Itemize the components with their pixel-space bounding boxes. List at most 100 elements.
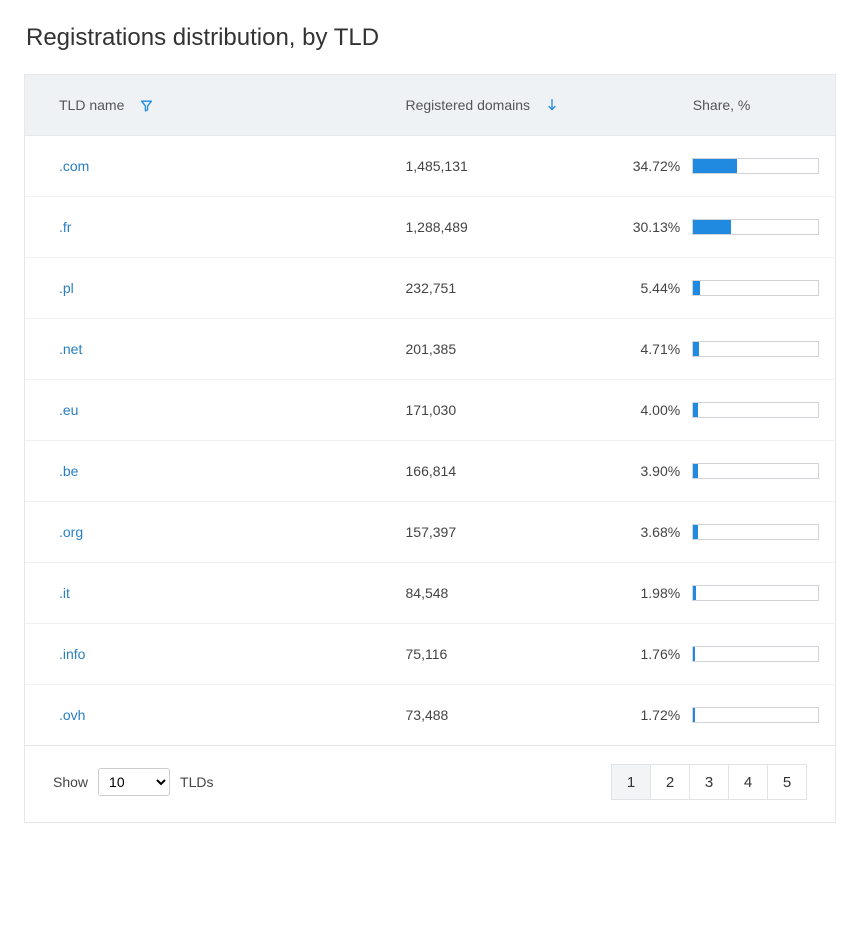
tld-table: TLD name Registered domains [25, 75, 835, 746]
share-bar [692, 707, 819, 723]
tld-link[interactable]: .net [59, 341, 82, 357]
cell-share: 30.13% [608, 197, 835, 258]
tld-link[interactable]: .info [59, 646, 85, 662]
cell-registered: 84,548 [390, 563, 609, 624]
cell-registered: 73,488 [390, 685, 609, 746]
cell-share: 4.71% [608, 319, 835, 380]
tld-link[interactable]: .ovh [59, 707, 85, 723]
table-body: .com 1,485,131 34.72% .fr 1,288,489 30.13% .pl… [25, 136, 835, 746]
share-bar [692, 280, 819, 296]
cell-tld: .fr [25, 197, 390, 258]
col-header-share[interactable]: Share, % [608, 75, 835, 136]
cell-tld: .ovh [25, 685, 390, 746]
col-header-registered[interactable]: Registered domains [390, 75, 609, 136]
share-bar-fill [693, 708, 695, 722]
cell-registered: 201,385 [390, 319, 609, 380]
share-bar-fill [693, 586, 695, 600]
cell-share: 1.72% [608, 685, 835, 746]
share-bar [692, 646, 819, 662]
page-size-group: Show 10 TLDs [53, 768, 213, 796]
tld-link[interactable]: .pl [59, 280, 74, 296]
share-bar-fill [693, 159, 736, 173]
table-row: .com 1,485,131 34.72% [25, 136, 835, 197]
share-percent: 34.72% [624, 158, 680, 174]
cell-tld: .net [25, 319, 390, 380]
cell-share: 3.68% [608, 502, 835, 563]
table-row: .ovh 73,488 1.72% [25, 685, 835, 746]
cell-tld: .eu [25, 380, 390, 441]
page-title: Registrations distribution, by TLD [26, 24, 836, 52]
cell-share: 4.00% [608, 380, 835, 441]
share-bar [692, 219, 819, 235]
tld-link[interactable]: .org [59, 524, 83, 540]
cell-share: 1.98% [608, 563, 835, 624]
sort-desc-icon[interactable] [546, 98, 558, 112]
table-row: .eu 171,030 4.00% [25, 380, 835, 441]
page-button[interactable]: 3 [689, 764, 729, 800]
cell-registered: 1,485,131 [390, 136, 609, 197]
share-bar-fill [693, 464, 698, 478]
page-button[interactable]: 5 [767, 764, 807, 800]
table-row: .it 84,548 1.98% [25, 563, 835, 624]
cell-registered: 166,814 [390, 441, 609, 502]
cell-share: 34.72% [608, 136, 835, 197]
share-percent: 30.13% [624, 219, 680, 235]
tld-link[interactable]: .it [59, 585, 70, 601]
page-size-select[interactable]: 10 [98, 768, 170, 796]
page-button[interactable]: 1 [611, 764, 651, 800]
tld-link[interactable]: .fr [59, 219, 71, 235]
tld-link[interactable]: .com [59, 158, 89, 174]
share-bar-fill [693, 525, 698, 539]
tld-link[interactable]: .be [59, 463, 78, 479]
share-bar [692, 585, 819, 601]
cell-tld: .org [25, 502, 390, 563]
share-bar [692, 463, 819, 479]
filter-icon[interactable] [140, 99, 153, 112]
col-header-registered-label: Registered domains [406, 97, 531, 113]
page-button[interactable]: 4 [728, 764, 768, 800]
cell-registered: 232,751 [390, 258, 609, 319]
share-bar-fill [693, 647, 695, 661]
share-percent: 3.68% [624, 524, 680, 540]
table-row: .org 157,397 3.68% [25, 502, 835, 563]
share-bar [692, 158, 819, 174]
share-bar-fill [693, 220, 731, 234]
share-bar [692, 341, 819, 357]
table-row: .net 201,385 4.71% [25, 319, 835, 380]
cell-registered: 171,030 [390, 380, 609, 441]
share-percent: 1.72% [624, 707, 680, 723]
share-bar-fill [693, 342, 699, 356]
share-percent: 1.76% [624, 646, 680, 662]
cell-share: 3.90% [608, 441, 835, 502]
table-row: .pl 232,751 5.44% [25, 258, 835, 319]
cell-registered: 1,288,489 [390, 197, 609, 258]
cell-registered: 157,397 [390, 502, 609, 563]
page-button[interactable]: 2 [650, 764, 690, 800]
share-percent: 4.00% [624, 402, 680, 418]
table-row: .be 166,814 3.90% [25, 441, 835, 502]
col-header-tld[interactable]: TLD name [25, 75, 390, 136]
cell-tld: .be [25, 441, 390, 502]
share-bar-fill [693, 403, 698, 417]
col-header-tld-label: TLD name [59, 97, 124, 113]
table-row: .info 75,116 1.76% [25, 624, 835, 685]
tlds-label: TLDs [180, 774, 213, 790]
share-percent: 4.71% [624, 341, 680, 357]
pagination: 12345 [611, 764, 807, 800]
cell-registered: 75,116 [390, 624, 609, 685]
show-label: Show [53, 774, 88, 790]
cell-tld: .info [25, 624, 390, 685]
share-percent: 3.90% [624, 463, 680, 479]
share-bar [692, 524, 819, 540]
cell-tld: .pl [25, 258, 390, 319]
col-header-share-label: Share, % [693, 97, 751, 113]
cell-share: 5.44% [608, 258, 835, 319]
cell-tld: .it [25, 563, 390, 624]
tld-link[interactable]: .eu [59, 402, 78, 418]
share-percent: 5.44% [624, 280, 680, 296]
share-bar [692, 402, 819, 418]
share-percent: 1.98% [624, 585, 680, 601]
share-bar-fill [693, 281, 700, 295]
cell-share: 1.76% [608, 624, 835, 685]
cell-tld: .com [25, 136, 390, 197]
